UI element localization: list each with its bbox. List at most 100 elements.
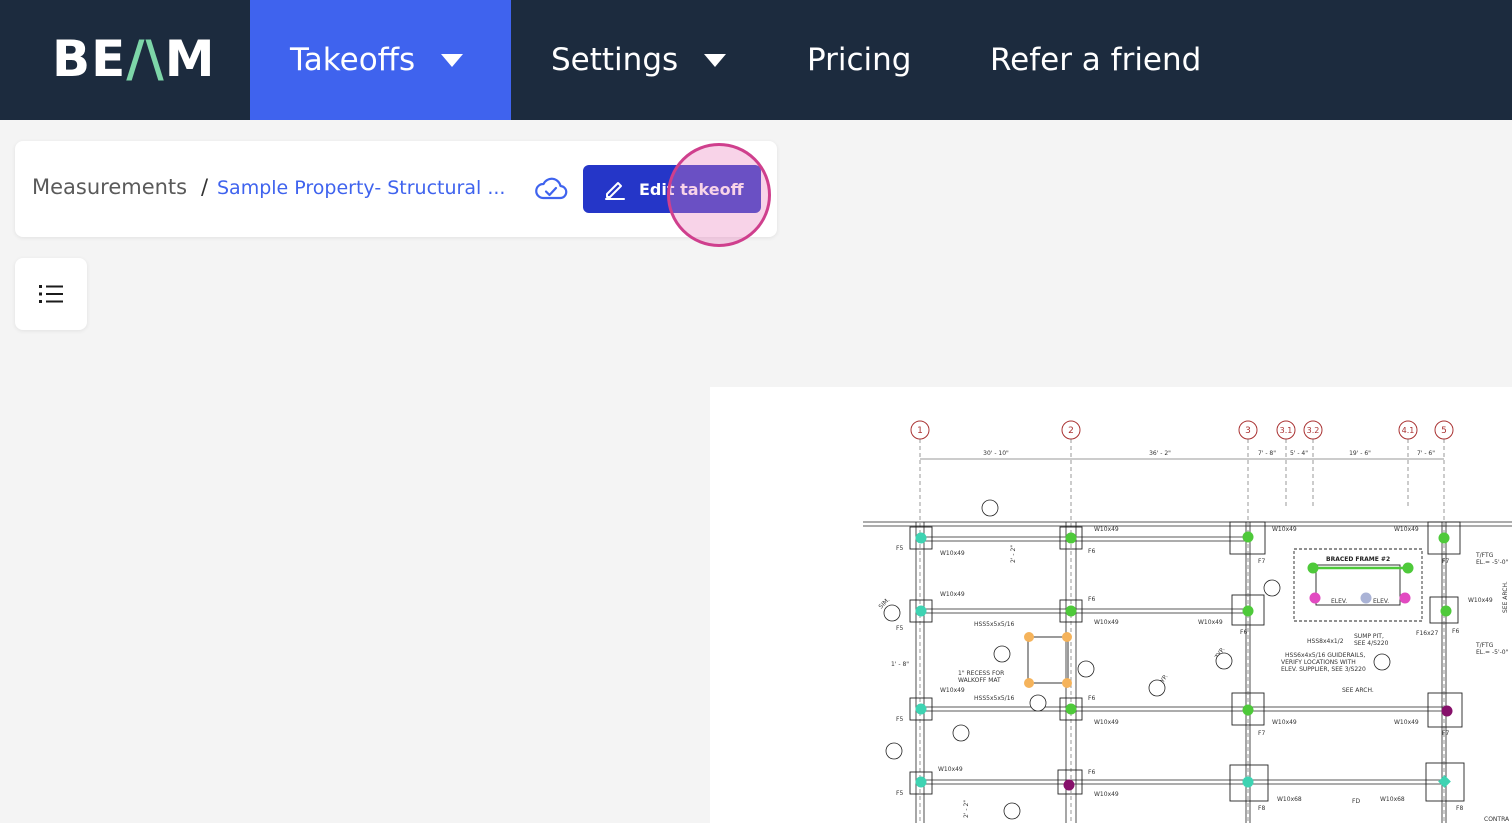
grid-label: 2	[1068, 426, 1074, 436]
measurement-point-marker[interactable]	[915, 776, 927, 788]
measurement-point-marker[interactable]	[1438, 775, 1451, 788]
section-marker[interactable]	[1029, 694, 1047, 712]
measurement-point-marker[interactable]	[915, 532, 927, 544]
beam-label: W10x49	[938, 766, 963, 773]
nav-refer-friend[interactable]: Refer a friend	[990, 0, 1201, 120]
measurement-point-marker[interactable]	[1402, 562, 1414, 574]
footing-tag: F6	[1088, 548, 1095, 555]
measurements-list-toggle[interactable]	[15, 258, 87, 330]
section-marker[interactable]	[1215, 652, 1233, 670]
tftg-note: T/FTG	[1475, 552, 1494, 559]
breadcrumb-measurements[interactable]: Measurements	[32, 175, 187, 199]
section-marker[interactable]	[1148, 679, 1166, 697]
measurement-point-marker[interactable]	[1242, 704, 1254, 716]
recess-note: WALKOFF MAT	[958, 677, 1001, 684]
nav-takeoffs-label: Takeoffs	[290, 42, 416, 78]
footing-tag: F5	[896, 625, 903, 632]
measurement-point-marker[interactable]	[1242, 605, 1254, 617]
section-marker[interactable]	[885, 742, 903, 760]
notes: W10x49 W10x49 W10x49 W10x49 W10x49 W10x4…	[877, 526, 1510, 823]
footing-tag: F7	[1258, 558, 1265, 565]
measurement-point-marker[interactable]	[1307, 562, 1319, 574]
guiderail-note: HSS6x4x5/16 GUIDERAILS,	[1285, 652, 1365, 659]
footing-tag: F6	[1240, 629, 1247, 636]
dimension-label: 1' - 8"	[891, 661, 909, 668]
chevron-down-icon	[441, 53, 464, 67]
measurement-point-marker[interactable]	[1062, 632, 1072, 642]
nav-pricing[interactable]: Pricing	[807, 0, 912, 120]
beam-label: W10x49	[1094, 526, 1119, 533]
measurement-point-marker[interactable]	[1441, 705, 1453, 717]
cloud-saved-icon[interactable]	[534, 174, 568, 204]
beam-label: W10x49	[1272, 719, 1297, 726]
beam-logo[interactable]: BE/\M	[52, 30, 216, 88]
nav-takeoffs-dropdown[interactable]: Takeoffs	[250, 0, 511, 120]
dimension-label: 7' - 6"	[1417, 450, 1435, 457]
nav-refer-label: Refer a friend	[990, 42, 1202, 78]
measurement-point-marker[interactable]	[1063, 779, 1075, 791]
measurement-point-marker[interactable]	[1440, 605, 1452, 617]
sump-note: SUMP PIT,	[1354, 633, 1384, 640]
measurement-point-marker[interactable]	[1309, 592, 1321, 604]
beam-label: W10x49	[1094, 719, 1119, 726]
breadcrumb-current-takeoff[interactable]: Sample Property- Structural ...	[217, 177, 517, 199]
footing-tag: F6	[1088, 695, 1095, 702]
footing-tag: F8	[1456, 805, 1463, 812]
measurement-point-marker[interactable]	[1065, 532, 1077, 544]
dimension-string: 30' - 10" 36' - 2" 7' - 8" 5' - 4" 19' -…	[920, 450, 1444, 460]
measurement-point-marker[interactable]	[1360, 592, 1372, 604]
section-marker[interactable]	[993, 645, 1011, 663]
section-marker[interactable]	[1263, 579, 1281, 597]
beam-label: W10x49	[1468, 597, 1493, 604]
footing-tag: F7	[1442, 730, 1449, 737]
measurement-point-marker[interactable]	[1399, 592, 1411, 604]
measurement-point-marker[interactable]	[1062, 678, 1072, 688]
section-marker[interactable]	[981, 499, 999, 517]
nav-pricing-label: Pricing	[807, 42, 912, 78]
structural-plan-drawing: 1 2 3 3.1 3.2 4.1 5 30' - 10" 36' - 2" 7…	[863, 420, 1512, 823]
measurement-point-marker[interactable]	[1024, 632, 1034, 642]
nav-settings-dropdown[interactable]: Settings	[551, 0, 727, 120]
blueprint-canvas[interactable]: 1 2 3 3.1 3.2 4.1 5 30' - 10" 36' - 2" 7…	[710, 387, 1512, 823]
measurement-point-marker[interactable]	[1242, 531, 1254, 543]
footing-tag: F16x27	[1416, 630, 1438, 637]
dimension-label: 2' - 2"	[963, 800, 970, 818]
edit-takeoff-button[interactable]: Edit takeoff	[583, 165, 761, 213]
footing-tag: F6	[1088, 769, 1095, 776]
grid-label: 3	[1245, 426, 1251, 436]
contra-label: CONTRA	[1484, 816, 1510, 823]
hss-label: HSS5x5x5/16	[974, 621, 1015, 628]
takeoff-header-card: Measurements / Sample Property- Structur…	[15, 141, 777, 237]
measurement-point-marker[interactable]	[1438, 532, 1450, 544]
measurement-point-marker[interactable]	[1242, 776, 1254, 788]
grid-label: 3.1	[1280, 426, 1293, 435]
logo-text-left: BE	[52, 30, 127, 88]
tftg-note: T/FTG	[1475, 642, 1494, 649]
measurement-point-marker[interactable]	[1024, 678, 1034, 688]
elevator-label: ELEV.	[1331, 598, 1347, 605]
dimension-label: 2' - 2"	[1010, 545, 1017, 563]
logo-accent: /\	[126, 30, 165, 88]
measurement-point-marker[interactable]	[1065, 605, 1077, 617]
floor-drain-label: FD	[1352, 798, 1360, 805]
section-marker[interactable]	[1077, 660, 1095, 678]
measurement-point-marker[interactable]	[1065, 703, 1077, 715]
section-marker[interactable]	[883, 604, 901, 622]
section-marker[interactable]	[1003, 802, 1021, 820]
dimension-label: 7' - 8"	[1258, 450, 1276, 457]
elevator-label: ELEV.	[1373, 598, 1389, 605]
grid-label: 1	[917, 426, 923, 436]
tftg-note: EL.= -5'-0"	[1476, 649, 1509, 656]
gridlines	[919, 439, 1445, 823]
dimension-label: 19' - 6"	[1349, 450, 1371, 457]
measurement-point-marker[interactable]	[915, 605, 927, 617]
section-marker[interactable]	[1373, 653, 1391, 671]
footing-tag: F6	[1088, 596, 1095, 603]
beam-label: W10x49	[1394, 719, 1419, 726]
section-marker[interactable]	[952, 724, 970, 742]
measurement-point-marker[interactable]	[915, 703, 927, 715]
braced-frame-label: BRACED FRAME #2	[1326, 556, 1390, 563]
edit-takeoff-label: Edit takeoff	[639, 179, 744, 199]
dimension-label: 30' - 10"	[983, 450, 1009, 457]
chevron-down-icon	[704, 53, 727, 67]
